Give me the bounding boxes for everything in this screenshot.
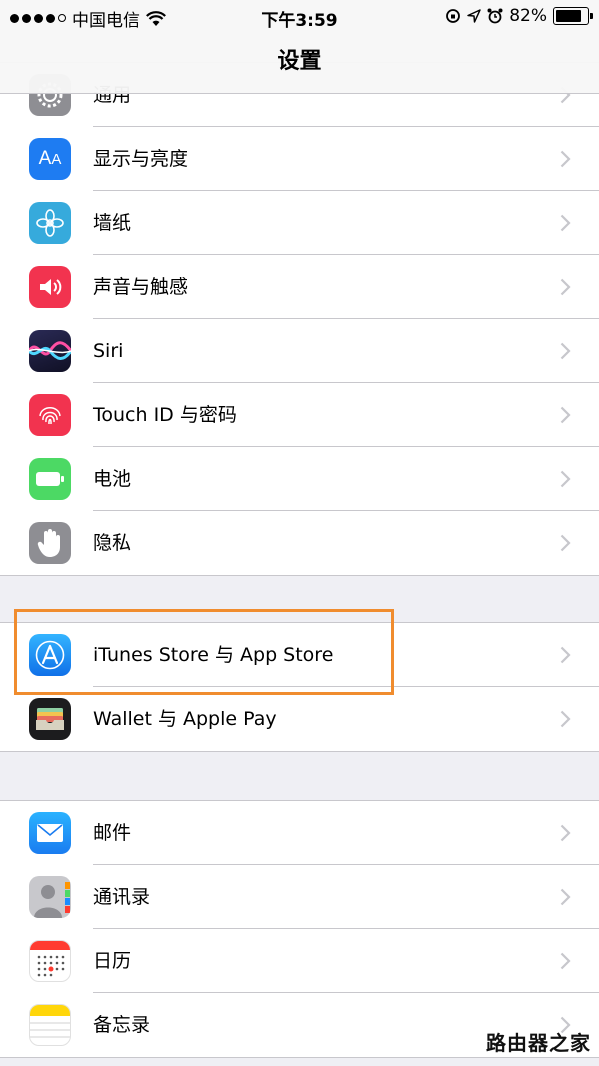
row-label: 日历 (93, 950, 132, 972)
hand-icon (29, 522, 71, 564)
chevron-right-icon (560, 534, 571, 552)
settings-row-wallpaper[interactable]: 墙纸 (0, 191, 599, 255)
battery-icon (553, 7, 593, 25)
row-label: 墙纸 (93, 212, 132, 234)
chevron-right-icon (560, 646, 571, 664)
settings-group-3: 邮件 通讯录 日历 备忘录 (0, 800, 599, 1058)
status-bar-overlay: 中国电信 下午3:59 82% (0, 0, 599, 34)
contacts-icon (29, 876, 71, 918)
nav-bar-overlay: 设置 (0, 34, 599, 94)
chevron-right-icon (560, 952, 571, 970)
chevron-right-icon (560, 710, 571, 728)
speaker-icon (29, 266, 71, 308)
row-label: 隐私 (93, 532, 132, 554)
fingerprint-icon (29, 394, 71, 436)
siri-icon (29, 330, 71, 372)
mail-icon (29, 812, 71, 854)
calendar-icon (29, 940, 71, 982)
settings-row-calendar[interactable]: 日历 (0, 929, 599, 993)
row-label: Touch ID 与密码 (93, 404, 237, 426)
wallpaper-flower-icon (29, 202, 71, 244)
settings-group-1: 通用 AA 显示与亮度 墙纸 声音与触感 Siri Touch ID 与密码 电… (0, 62, 599, 576)
chevron-right-icon (560, 342, 571, 360)
settings-row-privacy[interactable]: 隐私 (0, 511, 599, 575)
page-title: 设置 (277, 49, 322, 74)
watermark: 路由器之家 (486, 1031, 591, 1055)
row-label: 声音与触感 (93, 276, 189, 298)
settings-row-sounds[interactable]: 声音与触感 (0, 255, 599, 319)
row-label: 邮件 (93, 822, 132, 844)
location-icon (467, 9, 481, 23)
orientation-lock-icon (446, 9, 461, 23)
chevron-right-icon (560, 278, 571, 296)
notes-icon (29, 1004, 71, 1046)
settings-row-display[interactable]: AA 显示与亮度 (0, 127, 599, 191)
row-label: 电池 (93, 468, 132, 490)
chevron-right-icon (560, 888, 571, 906)
chevron-right-icon (560, 214, 571, 232)
wallet-icon (29, 698, 71, 740)
highlight-box (14, 609, 394, 695)
alarm-icon (487, 8, 503, 24)
chevron-right-icon (560, 470, 571, 488)
row-label: 通讯录 (93, 886, 151, 908)
status-right: 82% (445, 6, 593, 26)
battery-percent: 82% (509, 6, 547, 26)
settings-row-wallet[interactable]: Wallet 与 Apple Pay (0, 687, 599, 751)
row-label: 备忘录 (93, 1014, 151, 1036)
battery-icon (29, 458, 71, 500)
chevron-right-icon (560, 406, 571, 424)
row-label: 显示与亮度 (93, 148, 189, 170)
settings-row-touch-id[interactable]: Touch ID 与密码 (0, 383, 599, 447)
settings-row-mail[interactable]: 邮件 (0, 801, 599, 865)
chevron-right-icon (560, 824, 571, 842)
settings-row-siri[interactable]: Siri (0, 319, 599, 383)
settings-row-battery[interactable]: 电池 (0, 447, 599, 511)
display-brightness-icon: AA (29, 138, 71, 180)
row-label: Siri (93, 340, 124, 362)
chevron-right-icon (560, 150, 571, 168)
row-label: Wallet 与 Apple Pay (93, 708, 277, 730)
settings-row-contacts[interactable]: 通讯录 (0, 865, 599, 929)
